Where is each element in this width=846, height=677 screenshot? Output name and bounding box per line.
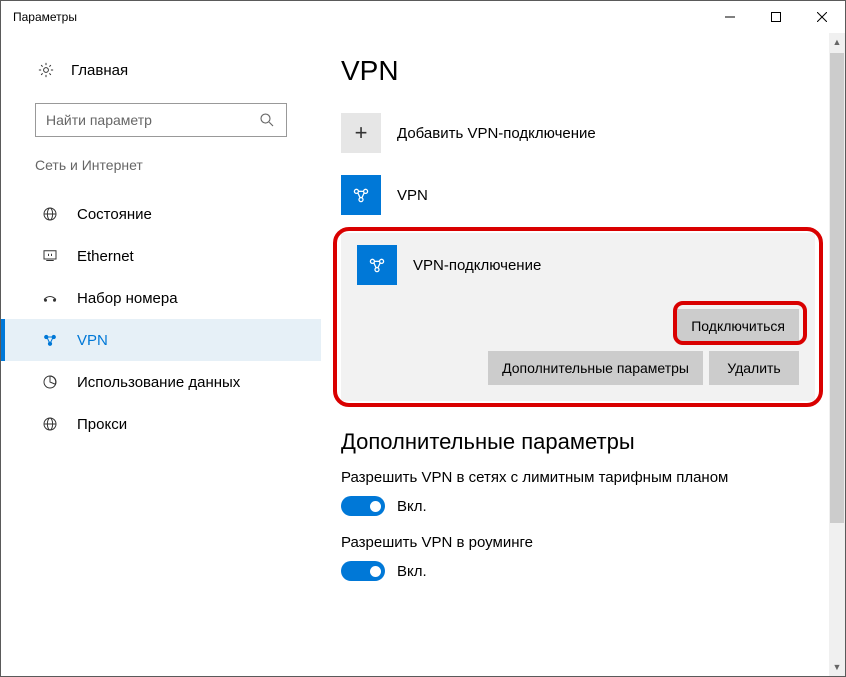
add-vpn-label: Добавить VPN-подключение	[397, 125, 596, 142]
toggle-vpn-roaming[interactable]	[341, 561, 385, 581]
sidebar-item-dialup[interactable]: Набор номера	[1, 277, 321, 319]
page-title: VPN	[341, 55, 815, 87]
sidebar-item-ethernet[interactable]: Ethernet	[1, 235, 321, 277]
titlebar: Параметры	[1, 1, 845, 33]
sidebar-item-label: Состояние	[77, 206, 152, 223]
extra-heading: Дополнительные параметры	[341, 429, 815, 455]
scrollbar[interactable]: ▲ ▼	[829, 33, 845, 676]
sidebar-item-status[interactable]: Состояние	[1, 193, 321, 235]
selected-vpn-card: VPN-подключение Подключиться Дополнитель…	[341, 233, 815, 401]
toggle-state-label: Вкл.	[397, 563, 427, 580]
vpn-connection-item-selected[interactable]: VPN-подключение	[357, 245, 799, 285]
vpn-item-label: VPN	[397, 187, 428, 204]
window-title: Параметры	[13, 10, 77, 24]
home-label: Главная	[71, 62, 128, 79]
scroll-up-icon[interactable]: ▲	[829, 33, 845, 51]
plus-icon: +	[341, 113, 381, 153]
sidebar-item-vpn[interactable]: VPN	[1, 319, 321, 361]
home-nav[interactable]: Главная	[1, 55, 321, 85]
gear-icon	[37, 61, 55, 79]
sidebar-item-label: Набор номера	[77, 290, 178, 307]
proxy-icon	[41, 415, 59, 433]
content-area: VPN + Добавить VPN-подключение VPN VPN-п…	[321, 33, 845, 676]
setting-label: Разрешить VPN в роуминге	[341, 534, 815, 551]
minimize-button[interactable]	[707, 1, 753, 33]
delete-button[interactable]: Удалить	[709, 351, 799, 385]
vpn-icon	[41, 331, 59, 349]
category-label: Сеть и Интернет	[1, 157, 321, 181]
vpn-tile-icon	[341, 175, 381, 215]
setting-vpn-roaming: Разрешить VPN в роуминге Вкл.	[341, 534, 815, 581]
dialup-icon	[41, 289, 59, 307]
search-placeholder: Найти параметр	[46, 112, 152, 128]
sidebar-item-proxy[interactable]: Прокси	[1, 403, 321, 445]
connect-button[interactable]: Подключиться	[677, 309, 799, 343]
setting-vpn-metered: Разрешить VPN в сетях с лимитным тарифны…	[341, 469, 815, 516]
data-usage-icon	[41, 373, 59, 391]
sidebar-item-label: Ethernet	[77, 248, 134, 265]
search-icon	[258, 111, 276, 129]
setting-label: Разрешить VPN в сетях с лимитным тарифны…	[341, 469, 815, 486]
sidebar: Главная Найти параметр Сеть и Интернет С…	[1, 33, 321, 676]
maximize-button[interactable]	[753, 1, 799, 33]
sidebar-item-label: Прокси	[77, 416, 127, 433]
search-input[interactable]: Найти параметр	[35, 103, 287, 137]
globe-icon	[41, 205, 59, 223]
toggle-state-label: Вкл.	[397, 498, 427, 515]
advanced-options-button[interactable]: Дополнительные параметры	[488, 351, 703, 385]
add-vpn-button[interactable]: + Добавить VPN-подключение	[341, 109, 815, 157]
vpn-item-label: VPN-подключение	[413, 257, 541, 274]
sidebar-item-label: VPN	[77, 332, 108, 349]
sidebar-item-label: Использование данных	[77, 374, 240, 391]
nav-list: Состояние Ethernet Набор номера	[1, 193, 321, 445]
vpn-tile-icon	[357, 245, 397, 285]
scrollbar-thumb[interactable]	[830, 53, 844, 523]
close-button[interactable]	[799, 1, 845, 33]
sidebar-item-data-usage[interactable]: Использование данных	[1, 361, 321, 403]
scroll-down-icon[interactable]: ▼	[829, 658, 845, 676]
vpn-connection-item[interactable]: VPN	[341, 171, 815, 219]
ethernet-icon	[41, 247, 59, 265]
settings-window: Параметры Главная Найти параметр	[0, 0, 846, 677]
toggle-vpn-metered[interactable]	[341, 496, 385, 516]
